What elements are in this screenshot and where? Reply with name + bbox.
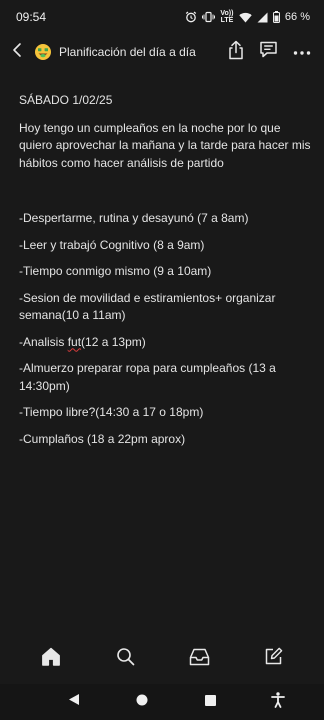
share-button[interactable] — [219, 34, 252, 70]
alarm-icon — [185, 11, 197, 23]
tab-compose[interactable] — [253, 639, 293, 679]
circle-home-icon — [136, 693, 148, 711]
app-bar: Planificación del día a día — [0, 34, 324, 70]
signal-icon — [257, 12, 268, 23]
status-icons: Vo)) LTE 66 % — [185, 10, 310, 24]
note-intro[interactable]: Hoy tengo un cumpleaños en la noche por … — [19, 120, 311, 173]
money-mouth-face-icon[interactable] — [34, 43, 52, 61]
note-body[interactable]: SÁBADO 1/02/25 Hoy tengo un cumpleaños e… — [19, 92, 311, 457]
list-item-prefix: -Analisis — [19, 334, 68, 349]
system-nav-bar — [0, 684, 324, 720]
back-button[interactable] — [2, 34, 32, 70]
list-item[interactable]: -Tiempo libre?(14:30 a 17 o 18pm) — [19, 404, 311, 422]
comment-icon — [259, 40, 278, 64]
system-back-button[interactable] — [56, 684, 92, 720]
status-bar: 09:54 Vo)) LTE 66 % — [0, 0, 324, 34]
battery-percent: 66 % — [284, 11, 310, 23]
system-recents-button[interactable] — [192, 684, 228, 720]
bottom-tab-bar — [0, 636, 324, 682]
list-item[interactable]: -Sesion de movilidad e estiramientos+ or… — [19, 290, 311, 325]
page-title: Planificación del día a día — [59, 45, 196, 59]
vibrate-icon — [201, 11, 215, 23]
tab-inbox[interactable] — [179, 639, 219, 679]
compose-icon — [264, 647, 283, 671]
comments-button[interactable] — [252, 34, 285, 70]
spellcheck-word[interactable]: fut — [68, 335, 81, 349]
list-item[interactable]: -Analisis fut(12 a 13pm) — [19, 334, 311, 352]
system-home-button[interactable] — [124, 684, 160, 720]
triangle-back-icon — [68, 693, 80, 711]
network-label: Vo)) LTE — [220, 10, 234, 24]
more-horizontal-icon — [293, 43, 311, 61]
home-icon — [41, 647, 61, 671]
list-item[interactable]: -Despertarme, rutina y desayunó (7 a 8am… — [19, 210, 311, 228]
app-actions — [219, 34, 318, 70]
battery-icon — [272, 11, 280, 23]
accessibility-icon — [271, 691, 285, 713]
list-item[interactable]: -Cumplaños (18 a 22pm aprox) — [19, 431, 311, 449]
note-date[interactable]: SÁBADO 1/02/25 — [19, 92, 311, 110]
list-item[interactable]: -Leer y trabajó Cognitivo (8 a 9am) — [19, 237, 311, 255]
search-icon — [116, 647, 135, 671]
tab-home[interactable] — [31, 639, 71, 679]
more-button[interactable] — [285, 34, 318, 70]
accessibility-button[interactable] — [260, 684, 296, 720]
tab-search[interactable] — [105, 639, 145, 679]
square-recents-icon — [204, 693, 216, 711]
inbox-icon — [189, 648, 210, 671]
list-item[interactable]: -Almuerzo preparar ropa para cumpleaños … — [19, 360, 311, 395]
chevron-left-icon — [12, 42, 22, 63]
share-icon — [227, 40, 245, 65]
status-time: 09:54 — [16, 10, 47, 24]
wifi-icon — [239, 12, 252, 23]
list-item[interactable]: -Tiempo conmigo mismo (9 a 10am) — [19, 263, 311, 281]
list-item-suffix: (12 a 13pm) — [81, 334, 146, 349]
